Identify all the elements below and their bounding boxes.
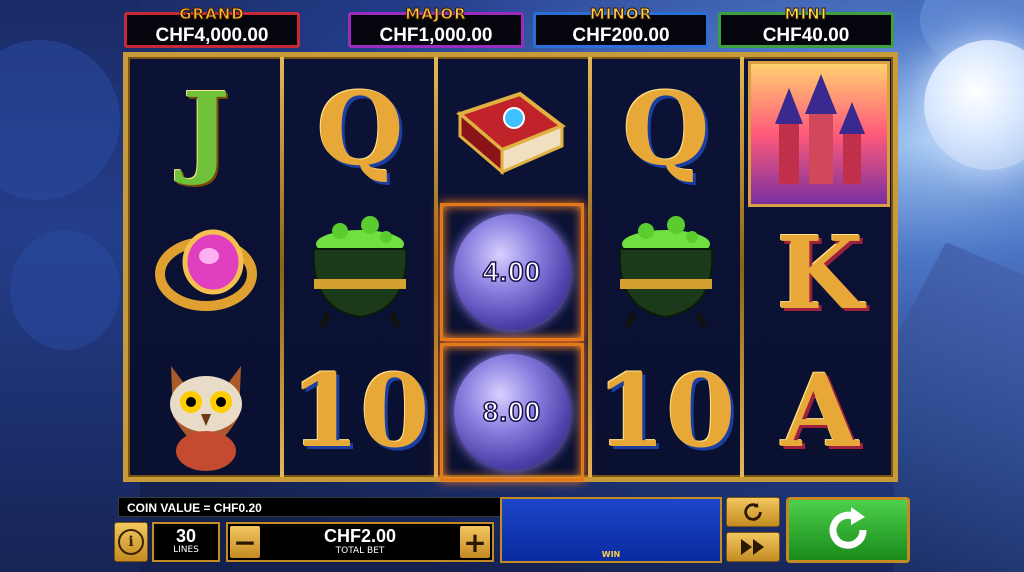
- symbol-ten-glyph: 10: [290, 352, 430, 470]
- jackpot-minor: MINOR CHF200.00: [533, 5, 709, 48]
- jackpot-grand: GRAND CHF4,000.00: [124, 5, 300, 48]
- info-button[interactable]: i: [114, 522, 148, 562]
- jackpot-major-label: MAJOR: [405, 5, 467, 24]
- symbol-q: Q: [290, 61, 430, 197]
- symbol-j: J: [136, 61, 276, 197]
- reel-divider: [740, 57, 744, 477]
- symbol-ten: 10: [290, 343, 430, 479]
- jackpot-mini: MINI CHF40.00: [718, 5, 894, 48]
- reel-divider: [280, 57, 284, 477]
- orb-frame: 8.00: [440, 343, 584, 481]
- win-label: WIN: [601, 550, 621, 559]
- jackpot-minor-value: CHF200.00: [572, 25, 670, 46]
- jackpot-bar: GRAND CHF4,000.00 MAJOR CHF1,000.00 MINO…: [120, 0, 902, 50]
- mountain-background: [894, 242, 1024, 572]
- symbol-cauldron: [596, 201, 736, 337]
- cauldron-icon: [618, 216, 714, 329]
- lines-label: LINES: [173, 545, 199, 555]
- owl-icon: [170, 366, 242, 471]
- win-display: WIN: [500, 497, 722, 563]
- turbo-button[interactable]: [726, 532, 780, 562]
- castle-icon: [775, 74, 865, 184]
- orb-frame: 4.00: [440, 203, 584, 341]
- bet-increase-button[interactable]: +: [460, 526, 490, 559]
- symbol-ten-glyph: 10: [596, 352, 736, 470]
- reel-divider: [588, 57, 592, 477]
- cauldron-icon: [312, 216, 408, 329]
- orb-value: 4.00: [482, 255, 542, 288]
- crystal-orb: 4.00: [454, 214, 570, 330]
- symbol-castle: [748, 61, 890, 207]
- total-bet-value: CHF2.00: [323, 526, 397, 546]
- jackpot-major: MAJOR CHF1,000.00: [348, 5, 524, 48]
- symbol-cauldron: [290, 201, 430, 337]
- orb-value: 8.00: [482, 395, 542, 428]
- spin-button[interactable]: [786, 497, 910, 563]
- info-icon: i: [118, 529, 144, 555]
- symbol-a: A: [750, 343, 890, 479]
- symbol-q-glyph: Q: [622, 70, 710, 188]
- total-bet-label: TOTAL BET: [335, 546, 385, 556]
- jackpot-major-value: CHF1,000.00: [379, 25, 493, 46]
- coin-value-display: COIN VALUE = CHF0.20: [118, 497, 503, 517]
- symbol-k: K: [750, 205, 890, 341]
- symbol-j-glyph: J: [182, 70, 230, 188]
- symbol-a-glyph: A: [781, 352, 859, 470]
- tree-foliage: [10, 230, 120, 350]
- refresh-icon: [744, 502, 762, 521]
- jackpot-grand-value: CHF4,000.00: [155, 25, 269, 46]
- spin-arrow-icon: [829, 507, 867, 549]
- symbol-ten: 10: [596, 343, 736, 479]
- symbol-k-glyph: K: [776, 214, 864, 332]
- jackpot-mini-label: MINI: [784, 5, 828, 24]
- jackpot-minor-label: MINOR: [589, 5, 653, 24]
- symbol-owl: [136, 343, 276, 479]
- ring-icon: [155, 229, 257, 311]
- reel-grid: J Q 10 4.00 8.00 Q 10 K A: [123, 52, 898, 482]
- control-panel: COIN VALUE = CHF0.20 i 30 LINES − CHF2.0…: [110, 490, 910, 572]
- symbol-spellbook: [440, 61, 580, 197]
- moon: [924, 40, 1024, 170]
- jackpot-mini-value: CHF40.00: [762, 25, 850, 46]
- spellbook-icon: [456, 91, 567, 176]
- crystal-orb: 8.00: [454, 354, 570, 470]
- jackpot-grand-label: GRAND: [179, 5, 245, 24]
- lines-value: 30: [175, 526, 197, 546]
- autoplay-button[interactable]: [726, 497, 780, 527]
- symbol-ring: [136, 201, 276, 337]
- total-bet-display: − CHF2.00 TOTAL BET +: [226, 522, 494, 562]
- reel-divider: [434, 57, 438, 477]
- bet-decrease-button[interactable]: −: [230, 526, 260, 559]
- fast-forward-icon: [741, 539, 764, 555]
- symbol-q: Q: [596, 61, 736, 197]
- symbol-q-glyph: Q: [316, 70, 404, 188]
- lines-display: 30 LINES: [152, 522, 220, 562]
